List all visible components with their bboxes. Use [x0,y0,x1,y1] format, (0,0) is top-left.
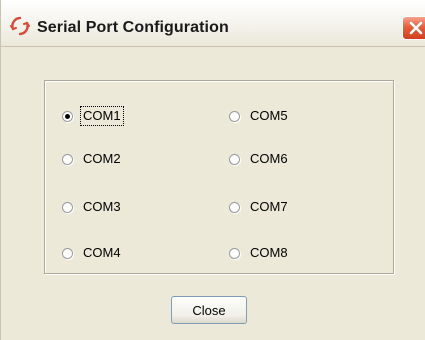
title-bar[interactable]: Serial Port Configuration [1,0,425,47]
close-button[interactable]: Close [171,296,247,324]
radio-label: COM7 [250,199,288,214]
radio-label: COM4 [83,245,121,260]
radio-circle[interactable] [62,110,73,122]
radio-label: COM8 [250,245,288,260]
radio-circle[interactable] [229,201,240,213]
radio-label: COM6 [250,151,288,166]
radio-label: COM3 [83,199,121,214]
radio-com6[interactable]: COM6 [229,149,290,169]
radio-label: COM5 [250,108,288,123]
radio-circle[interactable] [229,247,240,259]
radio-com5[interactable]: COM5 [229,106,290,126]
radio-circle[interactable] [229,153,240,165]
radio-com7[interactable]: COM7 [229,197,290,217]
radio-com4[interactable]: COM4 [62,243,123,263]
radio-label: COM2 [83,151,121,166]
dialog-window: Serial Port Configuration COM1 COM2 COM3… [0,0,425,340]
radio-circle[interactable] [62,247,73,259]
radio-circle[interactable] [62,201,73,213]
radio-com8[interactable]: COM8 [229,243,290,263]
serial-port-icon [10,16,30,36]
radio-circle[interactable] [229,110,240,122]
window-close-button[interactable] [402,16,425,40]
window-title: Serial Port Configuration [37,19,229,36]
radio-com3[interactable]: COM3 [62,197,123,217]
radio-label: COM1 [80,106,124,126]
radio-com2[interactable]: COM2 [62,149,123,169]
radio-circle[interactable] [62,153,73,165]
radio-com1[interactable]: COM1 [62,106,124,126]
